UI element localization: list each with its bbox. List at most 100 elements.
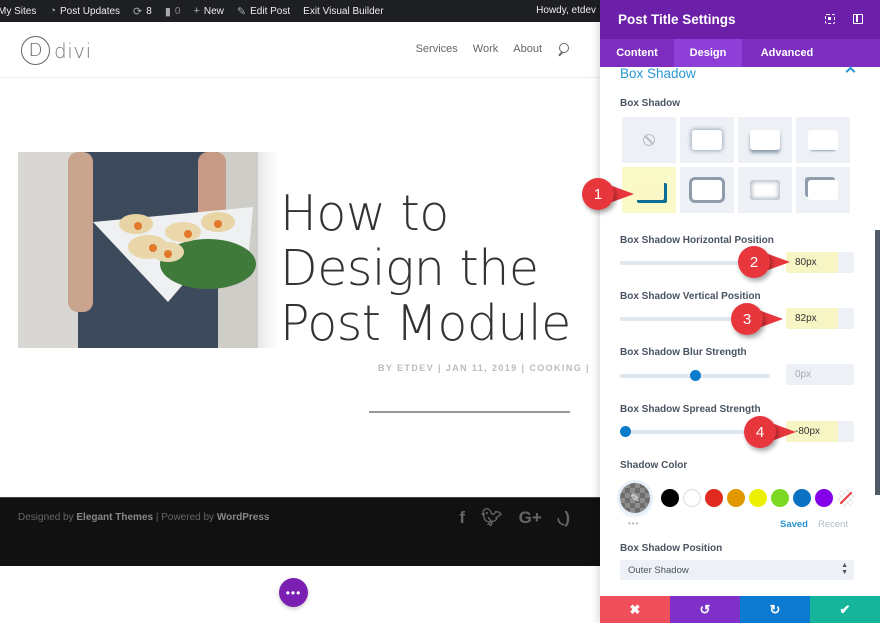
howdy-label: Howdy, etdev xyxy=(536,5,596,16)
shadow-position-label: Box Shadow Position xyxy=(620,543,723,554)
blur-strength-slider[interactable] xyxy=(620,370,770,381)
panel-scrollbar[interactable] xyxy=(875,230,880,495)
preset-8[interactable] xyxy=(796,167,850,213)
color-swatch[interactable] xyxy=(749,489,767,507)
color-swatch[interactable] xyxy=(683,489,701,507)
dock-panel-icon[interactable] xyxy=(853,14,863,24)
marker-number: 4 xyxy=(744,416,776,448)
edit-post-link[interactable]: ✎ Edit Post xyxy=(237,5,290,18)
updates-count: 8 xyxy=(146,5,152,17)
save-button[interactable]: ✔ xyxy=(810,596,880,623)
tab-design[interactable]: Design xyxy=(674,39,742,67)
preset-3[interactable] xyxy=(738,117,792,163)
site-logo[interactable]: D divi xyxy=(21,36,92,65)
box-shadow-presets xyxy=(622,117,850,213)
color-swatch[interactable] xyxy=(815,489,833,507)
dashboard-icon: ◔ xyxy=(49,5,56,17)
panel-actions: ✖ ↺ ↻ ✔ xyxy=(600,596,880,623)
elegant-themes-link[interactable]: Elegant Themes xyxy=(76,512,153,523)
spread-strength-input[interactable]: -80px xyxy=(786,421,854,442)
vertical-position-label: Box Shadow Vertical Position xyxy=(620,291,761,302)
exit-visual-builder-link[interactable]: Exit Visual Builder xyxy=(303,6,383,17)
discard-button[interactable]: ✖ xyxy=(600,596,670,623)
social-icons: f 🐦︎ G+ ◟) xyxy=(459,508,570,528)
post-title-line: Design the xyxy=(280,240,539,297)
panel-header: Post Title Settings xyxy=(600,0,880,39)
wordpress-link[interactable]: WordPress xyxy=(217,512,270,523)
marker-number: 2 xyxy=(738,246,770,278)
eyedropper-icon[interactable]: ✎ xyxy=(620,483,650,513)
shadow-position-value: Outer Shadow xyxy=(628,565,689,576)
twitter-icon[interactable]: 🐦︎ xyxy=(481,508,503,528)
color-swatch[interactable] xyxy=(661,489,679,507)
updates-link[interactable]: ⟳ 8 xyxy=(133,5,152,18)
builder-more-button[interactable]: ••• xyxy=(279,578,308,607)
blur-strength-label: Box Shadow Blur Strength xyxy=(620,347,747,358)
saved-colors-tab[interactable]: Saved xyxy=(780,519,808,530)
logo-mark: D xyxy=(21,36,50,65)
screen: My Sites ◔ Post Updates ⟳ 8 ▮ 0 + New ✎ Edit … xyxy=(0,0,880,623)
blur-strength-input[interactable]: 0px xyxy=(786,364,854,385)
account-menu[interactable]: Howdy, etdev xyxy=(536,5,596,16)
slider-handle[interactable] xyxy=(619,426,631,437)
more-colors-icon[interactable]: ••• xyxy=(628,519,639,528)
preset-preview xyxy=(750,180,780,200)
shadow-position-select[interactable]: Outer Shadow ▲ ▼ xyxy=(620,560,854,580)
main-nav: Services Work About xyxy=(416,43,569,55)
new-label: New xyxy=(203,5,224,17)
marker-number: 3 xyxy=(731,303,763,335)
none-icon xyxy=(643,134,655,146)
panel-tabs: Content Design Advanced xyxy=(600,39,880,67)
image-edge-shadow xyxy=(258,152,278,348)
slider-handle[interactable] xyxy=(690,370,701,381)
search-icon[interactable] xyxy=(557,43,569,55)
transparent-swatch[interactable] xyxy=(837,489,855,507)
post-title[interactable]: How to Design the Post Module xyxy=(280,186,571,351)
color-swatch[interactable] xyxy=(793,489,811,507)
designed-by-text: Designed by xyxy=(18,512,74,523)
rss-icon[interactable]: ◟) xyxy=(558,508,570,528)
my-sites-link[interactable]: My Sites xyxy=(0,6,36,17)
spread-strength-label: Box Shadow Spread Strength xyxy=(620,404,761,415)
nav-about[interactable]: About xyxy=(513,43,542,55)
undo-button[interactable]: ↺ xyxy=(670,596,740,623)
preset-7[interactable] xyxy=(738,167,792,213)
preset-6[interactable] xyxy=(680,167,734,213)
tab-content[interactable]: Content xyxy=(600,39,674,67)
swatch-list xyxy=(661,489,859,507)
new-link[interactable]: + New xyxy=(193,5,223,17)
redo-button[interactable]: ↻ xyxy=(740,596,810,623)
wp-admin-bar: My Sites ◔ Post Updates ⟳ 8 ▮ 0 + New ✎ Edit … xyxy=(0,0,600,22)
post-updates-link[interactable]: ◔ Post Updates xyxy=(49,5,120,17)
facebook-icon[interactable]: f xyxy=(459,508,465,528)
tab-advanced[interactable]: Advanced xyxy=(742,39,832,67)
section-title-box-shadow[interactable]: Box Shadow xyxy=(620,66,696,81)
color-swatch[interactable] xyxy=(705,489,723,507)
preset-4[interactable] xyxy=(796,117,850,163)
vertical-position-input[interactable]: 82px xyxy=(786,308,854,329)
annotation-marker: 2 xyxy=(738,246,790,278)
powered-by-text: | Powered by xyxy=(153,512,217,523)
select-arrows-icon: ▲ ▼ xyxy=(841,562,848,576)
preset-preview xyxy=(634,180,664,200)
horizontal-position-input[interactable]: 80px xyxy=(786,252,854,273)
horizontal-position-label: Box Shadow Horizontal Position xyxy=(620,235,774,246)
recent-colors-tab[interactable]: Recent xyxy=(818,519,848,530)
preset-preview xyxy=(692,180,722,200)
color-swatch[interactable] xyxy=(727,489,745,507)
nav-work[interactable]: Work xyxy=(473,43,498,55)
nav-services[interactable]: Services xyxy=(416,43,458,55)
annotation-marker: 3 xyxy=(731,303,783,335)
comment-icon: ▮ xyxy=(164,5,171,18)
edit-post-label: Edit Post xyxy=(250,5,291,17)
shadow-color-label: Shadow Color xyxy=(620,460,688,471)
preset-2[interactable] xyxy=(680,117,734,163)
food-platter-photo xyxy=(18,152,258,348)
comments-link[interactable]: ▮ 0 xyxy=(165,5,181,18)
color-palette: ✎ xyxy=(620,483,859,513)
chevron-up-icon[interactable] xyxy=(845,66,856,77)
google-plus-icon[interactable]: G+ xyxy=(519,508,542,528)
fullscreen-icon[interactable] xyxy=(825,14,835,24)
color-swatch[interactable] xyxy=(771,489,789,507)
preset-none[interactable] xyxy=(622,117,676,163)
